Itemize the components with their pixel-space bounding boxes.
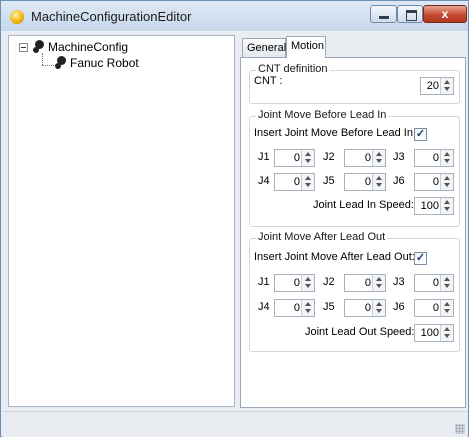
lead-in-j3-value: 0: [432, 152, 439, 164]
check-icon: ✓: [415, 128, 426, 140]
lead-out-speed-label: Joint Lead Out Speed:: [305, 326, 415, 338]
status-bar: [2, 411, 468, 437]
cnt-label: CNT :: [254, 75, 283, 87]
lead-in-speed-value: 100: [420, 200, 439, 212]
stepper-arrows-icon[interactable]: [440, 78, 453, 94]
title-bar[interactable]: MachineConfigurationEditor x: [1, 1, 468, 31]
lead-out-j1-value: 0: [293, 277, 300, 289]
lead-in-j5-label: J5: [323, 175, 335, 187]
lead-in-j2-label: J2: [323, 151, 335, 163]
collapse-toggle-icon[interactable]: [19, 43, 28, 52]
check-icon: ✓: [415, 252, 426, 264]
stepper-arrows-icon[interactable]: [372, 275, 385, 291]
lead-in-j3-label: J3: [393, 151, 405, 163]
lead-in-j1-stepper[interactable]: 0: [274, 149, 315, 167]
lead-out-j5-value: 0: [364, 302, 371, 314]
lead-out-j5-label: J5: [323, 301, 335, 313]
stepper-arrows-icon[interactable]: [440, 300, 453, 316]
lead-in-j6-label: J6: [393, 175, 405, 187]
lead-out-j2-label: J2: [323, 276, 335, 288]
maximize-button[interactable]: [397, 5, 423, 23]
lead-in-j5-value: 0: [364, 176, 371, 188]
lead-out-speed-value: 100: [420, 327, 439, 339]
stepper-arrows-icon[interactable]: [372, 150, 385, 166]
app-icon: [10, 10, 24, 24]
machine-tree[interactable]: MachineConfig Fanuc Robot: [8, 35, 235, 407]
stepper-arrows-icon[interactable]: [440, 150, 453, 166]
lead-in-j3-stepper[interactable]: 0: [414, 149, 454, 167]
lead-in-checkbox-label: Insert Joint Move Before Lead In:: [254, 127, 417, 139]
cnt-group-title: CNT definition: [256, 63, 330, 75]
lead-out-checkbox-label: Insert Joint Move After Lead Out:: [254, 251, 415, 263]
resize-grip-icon[interactable]: [455, 424, 465, 434]
stepper-arrows-icon[interactable]: [440, 275, 453, 291]
lead-in-j6-value: 0: [432, 176, 439, 188]
stepper-arrows-icon[interactable]: [372, 174, 385, 190]
close-button[interactable]: x: [423, 5, 467, 23]
stepper-arrows-icon[interactable]: [301, 174, 314, 190]
tree-connector: [42, 65, 54, 67]
lead-in-j1-label: J1: [258, 151, 270, 163]
app-window: MachineConfigurationEditor x MachineConf…: [0, 0, 469, 437]
minimize-icon: [379, 16, 389, 19]
lead-in-j6-stepper[interactable]: 0: [414, 173, 454, 191]
tree-item-fanuc-robot[interactable]: Fanuc Robot: [70, 56, 139, 70]
lead-out-j5-stepper[interactable]: 0: [344, 299, 386, 317]
motion-tab-page: CNT definition CNT : 20 Joint Move Befor…: [240, 57, 466, 408]
stepper-arrows-icon[interactable]: [301, 300, 314, 316]
lead-in-group-title: Joint Move Before Lead In: [256, 109, 389, 121]
lead-out-j6-label: J6: [393, 301, 405, 313]
tree-connector: [42, 53, 44, 65]
lead-in-group: Joint Move Before Lead In Insert Joint M…: [249, 109, 460, 227]
maximize-icon: [406, 10, 417, 21]
lead-out-speed-stepper[interactable]: 100: [414, 324, 454, 342]
lead-out-j3-value: 0: [432, 277, 439, 289]
stepper-arrows-icon[interactable]: [440, 325, 453, 341]
stepper-arrows-icon[interactable]: [440, 198, 453, 214]
lead-out-j4-stepper[interactable]: 0: [274, 299, 315, 317]
lead-out-checkbox[interactable]: ✓: [414, 252, 427, 265]
stepper-arrows-icon[interactable]: [372, 300, 385, 316]
lead-in-checkbox[interactable]: ✓: [414, 128, 427, 141]
lead-out-group-title: Joint Move After Lead Out: [256, 231, 388, 243]
cnt-stepper[interactable]: 20: [420, 77, 454, 95]
tree-item-machineconfig[interactable]: MachineConfig: [48, 40, 128, 54]
lead-in-j1-value: 0: [293, 152, 300, 164]
window-title: MachineConfigurationEditor: [31, 9, 192, 24]
close-icon: x: [441, 7, 449, 21]
cnt-value: 20: [426, 80, 439, 92]
lead-out-j1-stepper[interactable]: 0: [274, 274, 315, 292]
lead-in-j2-stepper[interactable]: 0: [344, 149, 386, 167]
lead-in-speed-stepper[interactable]: 100: [414, 197, 454, 215]
lead-out-j6-value: 0: [432, 302, 439, 314]
tab-general[interactable]: General: [242, 38, 286, 57]
cnt-group: CNT definition CNT : 20: [249, 63, 460, 104]
lead-in-j4-label: J4: [258, 175, 270, 187]
lead-in-j4-stepper[interactable]: 0: [274, 173, 315, 191]
minimize-button[interactable]: [370, 5, 397, 23]
lead-out-group: Joint Move After Lead Out Insert Joint M…: [249, 231, 460, 352]
properties-panel: General Motion CNT definition CNT : 20 J…: [238, 35, 467, 409]
lead-out-j2-stepper[interactable]: 0: [344, 274, 386, 292]
lead-out-j6-stepper[interactable]: 0: [414, 299, 454, 317]
lead-in-j2-value: 0: [364, 152, 371, 164]
lead-out-j2-value: 0: [364, 277, 371, 289]
lead-in-speed-label: Joint Lead In Speed:: [313, 199, 414, 211]
tab-motion[interactable]: Motion: [286, 36, 326, 58]
lead-in-j5-stepper[interactable]: 0: [344, 173, 386, 191]
lead-out-j1-label: J1: [258, 276, 270, 288]
gears-icon: [33, 41, 43, 53]
stepper-arrows-icon[interactable]: [301, 150, 314, 166]
lead-in-j4-value: 0: [293, 176, 300, 188]
stepper-arrows-icon[interactable]: [301, 275, 314, 291]
lead-out-j3-stepper[interactable]: 0: [414, 274, 454, 292]
lead-out-j3-label: J3: [393, 276, 405, 288]
lead-out-j4-label: J4: [258, 301, 270, 313]
stepper-arrows-icon[interactable]: [440, 174, 453, 190]
gears-icon: [55, 57, 65, 69]
lead-out-j4-value: 0: [293, 302, 300, 314]
